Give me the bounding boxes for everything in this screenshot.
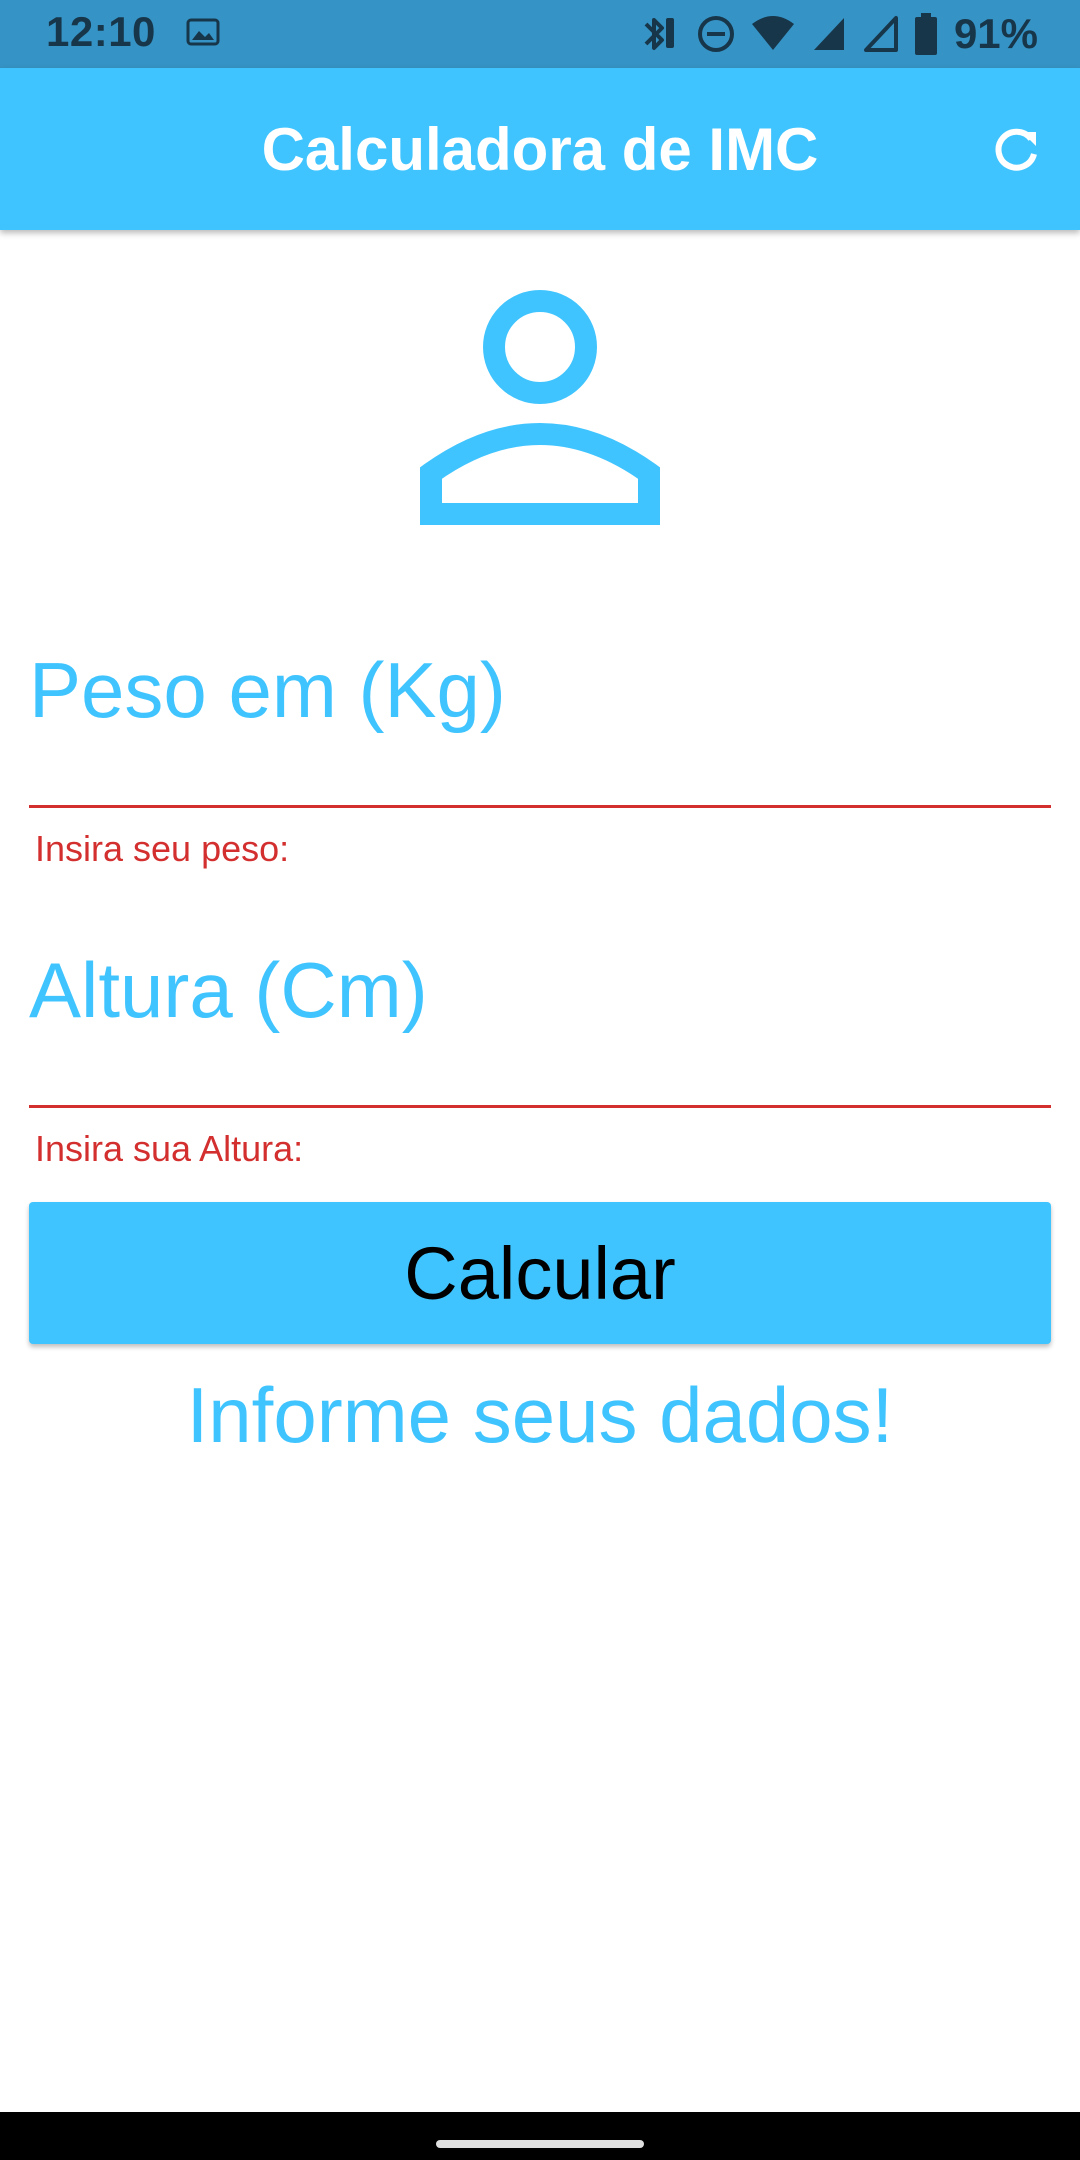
height-underline <box>29 1105 1051 1108</box>
app-title: Calculadora de IMC <box>261 115 819 183</box>
refresh-icon <box>995 128 1037 171</box>
battery-level: 91% <box>953 10 1038 57</box>
nav-bar <box>0 2112 1080 2160</box>
calculate-button[interactable]: Calcular <box>29 1202 1051 1344</box>
weight-field: Peso em (Kg) Insira seu peso: <box>29 640 1055 869</box>
signal-icon <box>863 16 898 52</box>
gallery-icon <box>186 18 220 46</box>
height-input[interactable] <box>29 940 1055 1102</box>
dnd-icon <box>697 16 734 52</box>
refresh-button[interactable] <box>984 118 1048 182</box>
bluetooth-icon <box>644 18 674 50</box>
height-field: Altura (Cm) Insira sua Altura: <box>29 940 1055 1169</box>
weight-underline <box>29 805 1051 808</box>
home-indicator[interactable] <box>436 2140 644 2148</box>
weight-input[interactable] <box>29 640 1055 802</box>
weight-error: Insira seu peso: <box>35 828 290 869</box>
app-bar: Calculadora de IMC <box>0 68 1080 230</box>
height-error: Insira sua Altura: <box>35 1128 304 1169</box>
status-icons: 91% <box>638 10 1038 58</box>
status-time: 12:10 <box>46 8 156 55</box>
wifi-icon <box>751 16 794 50</box>
person-icon <box>420 290 660 525</box>
signal-icon <box>813 18 844 50</box>
info-text: Informe seus dados! <box>186 1371 894 1459</box>
battery-icon <box>914 13 937 55</box>
status-bar: 12:10 91% <box>0 0 1080 68</box>
